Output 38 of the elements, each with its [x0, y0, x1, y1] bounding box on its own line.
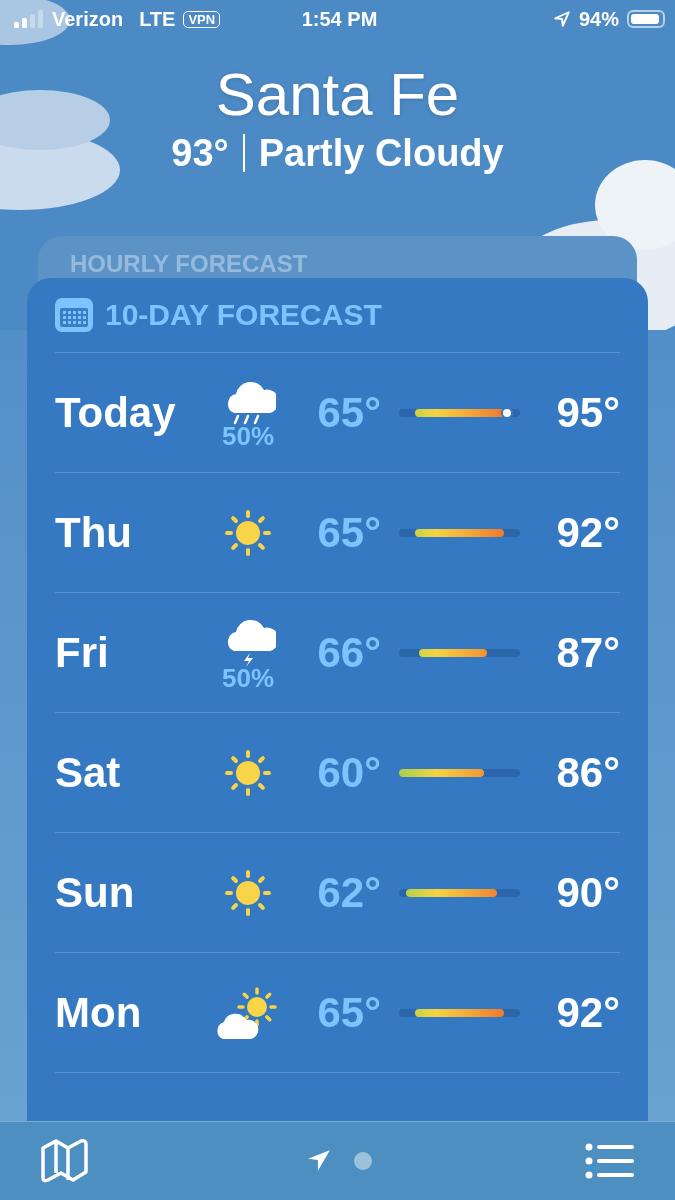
low-temperature: 65°	[316, 388, 381, 437]
day-label: Today	[55, 388, 177, 437]
low-temperature: 65°	[316, 508, 381, 557]
low-temperature: 60°	[316, 748, 381, 797]
battery-percentage: 94%	[578, 7, 619, 31]
high-temperature: 90°	[555, 868, 620, 917]
day-label: Mon	[55, 988, 143, 1037]
day-label: Thu	[55, 508, 133, 557]
current-temperature: 93°	[171, 131, 229, 176]
signal-icon	[14, 10, 44, 28]
low-temperature: 66°	[316, 628, 381, 677]
calendar-icon	[55, 298, 93, 332]
precipitation-chance: 50%	[221, 421, 274, 452]
temperature-range-fill	[418, 648, 488, 657]
city-name: Santa Fe	[215, 60, 460, 130]
carrier-name: Verizon	[52, 7, 124, 31]
vpn-badge: VPN	[183, 10, 221, 28]
high-temperature: 92°	[555, 508, 620, 557]
page-dot[interactable]	[353, 1152, 372, 1170]
high-temperature: 87°	[555, 628, 620, 677]
weather-condition: Partly Cloudy	[258, 131, 504, 176]
high-temperature: 86°	[555, 748, 620, 797]
high-temperature: 92°	[555, 988, 620, 1037]
day-label: Sat	[55, 748, 122, 797]
high-temperature: 95°	[555, 388, 620, 437]
day-label: Fri	[55, 628, 110, 677]
low-temperature: 62°	[316, 868, 381, 917]
forecast-title: 10-DAY FORECAST	[105, 298, 382, 332]
current-temperature-dot	[502, 408, 511, 417]
low-temperature: 65°	[316, 988, 381, 1037]
hourly-forecast-title: HOURLY FORECAST	[70, 250, 308, 278]
network-type: LTE	[139, 7, 176, 31]
list-icon[interactable]	[585, 1143, 635, 1179]
location-arrow-icon	[552, 10, 571, 28]
status-time: 1:54 PM	[301, 7, 378, 31]
precipitation-chance: 50%	[221, 663, 274, 694]
day-label: Sun	[55, 868, 136, 917]
battery-icon	[627, 10, 665, 28]
